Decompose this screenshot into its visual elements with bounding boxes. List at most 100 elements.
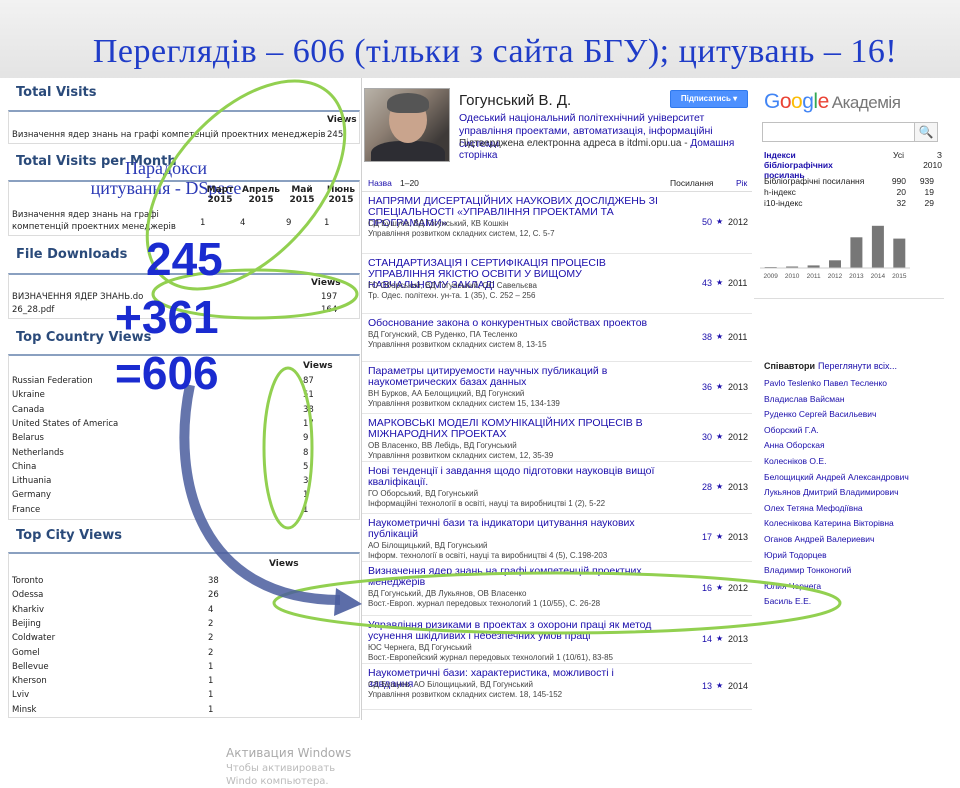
coauthor-link[interactable]: Владимир Тонконогий — [764, 565, 851, 575]
chart-x-tick: 2011 — [807, 273, 821, 280]
publication-title[interactable]: Параметры цитируемости научных публикаци… — [368, 366, 658, 388]
publication-title[interactable]: Наукометричні бази та індикатори цитуван… — [368, 518, 658, 540]
publication-cites[interactable]: 36 — [672, 382, 712, 392]
city-label: Toronto — [12, 576, 44, 586]
month-1: Апрель 2015 — [241, 185, 280, 205]
publication-row: НАПРЯМИ ДИСЕРТАЦІЙНИХ НАУКОВИХ ДОСЛІДЖЕН… — [362, 192, 752, 254]
google-scholar-logo[interactable]: Google Академія — [764, 90, 901, 114]
coauthor-link[interactable]: Колеснікова Катерина Вікторівна — [764, 518, 894, 528]
sort-by-year[interactable]: Рік — [736, 178, 747, 188]
follow-button[interactable]: Підписатись ▾ — [670, 90, 748, 108]
publication-authors: ГО Оборський, ВД Гогунський — [368, 489, 479, 498]
publication-title[interactable]: Нові тенденції і завдання щодо підготовк… — [368, 466, 658, 488]
views-361-number: +361 — [115, 291, 219, 343]
country-value: 1 — [303, 490, 309, 501]
publication-title[interactable]: Обоснование закона о конкурентных свойст… — [368, 318, 658, 329]
coauthor-link[interactable]: Оборский Г.А. — [764, 425, 819, 435]
star-icon[interactable]: ★ — [716, 332, 723, 341]
star-icon[interactable]: ★ — [716, 681, 723, 690]
google-scholar-profile: Гогунський В. Д. Одеський національний п… — [362, 78, 960, 720]
logo-letter: o — [779, 90, 792, 113]
star-icon[interactable]: ★ — [716, 532, 723, 541]
coauthor-link[interactable]: Басиль Е.Е. — [764, 596, 811, 606]
country-value: 3 — [303, 476, 309, 487]
publication-row: СТАНДАРТИЗАЦІЯ І СЕРТИФІКАЦІЯ ПРОЦЕСІВ У… — [362, 254, 752, 314]
coauthor-link[interactable]: Белощицкий Андрей Александрович — [764, 472, 909, 482]
publication-cites[interactable]: 30 — [672, 432, 712, 442]
total-visits-row-value: 245 — [327, 130, 344, 140]
coauthor-link[interactable]: Оганов Андрей Валериевич — [764, 534, 874, 544]
index-since: 29 — [924, 198, 934, 208]
index-label[interactable]: i10-індекс — [764, 198, 803, 208]
publication-row: Нові тенденції і завдання щодо підготовк… — [362, 462, 752, 514]
indices-col-since-1: З — [936, 150, 942, 160]
publication-title[interactable]: Управління ризиками в проектах з охорони… — [368, 620, 658, 642]
scholar-search-input[interactable] — [762, 122, 938, 142]
coauthor-link[interactable]: Юрий Тодорцев — [764, 550, 827, 560]
city-value: 1 — [208, 676, 214, 687]
downloads-heading: File Downloads — [16, 247, 128, 262]
publication-authors: ЮС Чернега, ВД Гогунський — [368, 643, 472, 652]
download-row-1-value: 164 — [321, 305, 338, 315]
coauthor-link[interactable]: Юлия Чернега — [764, 581, 821, 591]
city-label: Kherson — [12, 676, 47, 687]
publication-cites[interactable]: 16 — [672, 583, 712, 593]
sort-by-cites[interactable]: Посилання — [670, 178, 714, 188]
publication-authors: ОВ Власенко, ВВ Лебідь, ВД Гогунський — [368, 441, 517, 450]
star-icon[interactable]: ★ — [716, 432, 723, 441]
publication-cites[interactable]: 14 — [672, 634, 712, 644]
verified-email-text: Підтверджена електронна адреса в itdmi.o… — [459, 138, 688, 149]
publication-cites[interactable]: 43 — [672, 278, 712, 288]
publication-year: 2014 — [728, 681, 749, 691]
star-icon[interactable]: ★ — [716, 583, 723, 592]
countries-col: Views — [303, 361, 333, 371]
coauthor-link[interactable]: Анна Оборская — [764, 440, 825, 450]
chart-x-tick: 2015 — [892, 273, 907, 280]
city-value: 2 — [208, 647, 214, 658]
coauthors-view-all[interactable]: Переглянути всіх... — [818, 361, 897, 371]
coauthor-link[interactable]: Владислав Вайсман — [764, 394, 845, 404]
publication-year: 2011 — [728, 278, 748, 288]
coauthor-link[interactable]: Олех Тетяна Мефодіївна — [764, 503, 863, 513]
publication-title[interactable]: Визначення ядер знань на графі компетенц… — [368, 566, 658, 588]
chart-x-tick: 2013 — [849, 273, 864, 280]
publication-venue: Управління розвитком складних систем 15,… — [368, 399, 560, 408]
coauthor-link[interactable]: Руденко Сергей Васильевич — [764, 409, 876, 419]
publication-venue: Управління розвитком складних систем, 12… — [368, 229, 555, 238]
star-icon[interactable]: ★ — [716, 482, 723, 491]
city-value: 4 — [208, 604, 214, 615]
star-icon[interactable]: ★ — [716, 634, 723, 643]
star-icon[interactable]: ★ — [716, 278, 723, 287]
publication-cites[interactable]: 17 — [672, 532, 712, 542]
windows-activation-note: Чтобы активировать Windo компьютера. — [226, 763, 336, 787]
coauthor-link[interactable]: Pavlo Teslenko Павел Тесленко — [764, 378, 887, 388]
publication-cites[interactable]: 28 — [672, 482, 712, 492]
index-label[interactable]: h-індекс — [764, 187, 796, 197]
range-label: 1–20 — [400, 178, 419, 188]
publication-row: Обоснование закона о конкурентных свойст… — [362, 314, 752, 362]
index-label[interactable]: Бібліографічні посилання — [764, 176, 864, 186]
country-label: Lithuania — [12, 476, 52, 487]
chart-x-tick: 2014 — [871, 273, 886, 280]
publication-cites[interactable]: 50 — [672, 217, 712, 227]
slide-title: Переглядів – 606 (тільки з сайта БГУ); ц… — [92, 33, 898, 70]
publication-title[interactable]: МАРКОВСЬКІ МОДЕЛІ КОМУНІКАЦІЙНИХ ПРОЦЕСІ… — [368, 418, 658, 440]
chart-bar — [893, 238, 906, 268]
publication-row: МАРКОВСЬКІ МОДЕЛІ КОМУНІКАЦІЙНИХ ПРОЦЕСІ… — [362, 414, 752, 462]
search-icon[interactable]: 🔍 — [914, 122, 938, 142]
publication-venue: Інформ. технології в освіті, науці та ви… — [368, 551, 608, 560]
city-label: Kharkiv — [12, 604, 44, 615]
star-icon[interactable]: ★ — [716, 217, 723, 226]
sort-by-title[interactable]: Назва — [368, 178, 392, 188]
publication-authors: СД Бушуєв, ВД Гогунський, КВ Кошкін — [368, 219, 509, 228]
publication-cites[interactable]: 13 — [672, 681, 712, 691]
month-3: Июнь 2015 — [326, 185, 356, 205]
index-all: 20 — [896, 187, 906, 197]
country-value: 51 — [303, 390, 314, 401]
star-icon[interactable]: ★ — [716, 382, 723, 391]
country-label: France — [12, 504, 41, 515]
logo-letter: g — [802, 90, 814, 113]
publication-cites[interactable]: 38 — [672, 332, 712, 342]
coauthor-link[interactable]: Лукьянов Дмитрий Владимирович — [764, 487, 899, 497]
coauthor-link[interactable]: Колесніков О.Е. — [764, 456, 826, 466]
